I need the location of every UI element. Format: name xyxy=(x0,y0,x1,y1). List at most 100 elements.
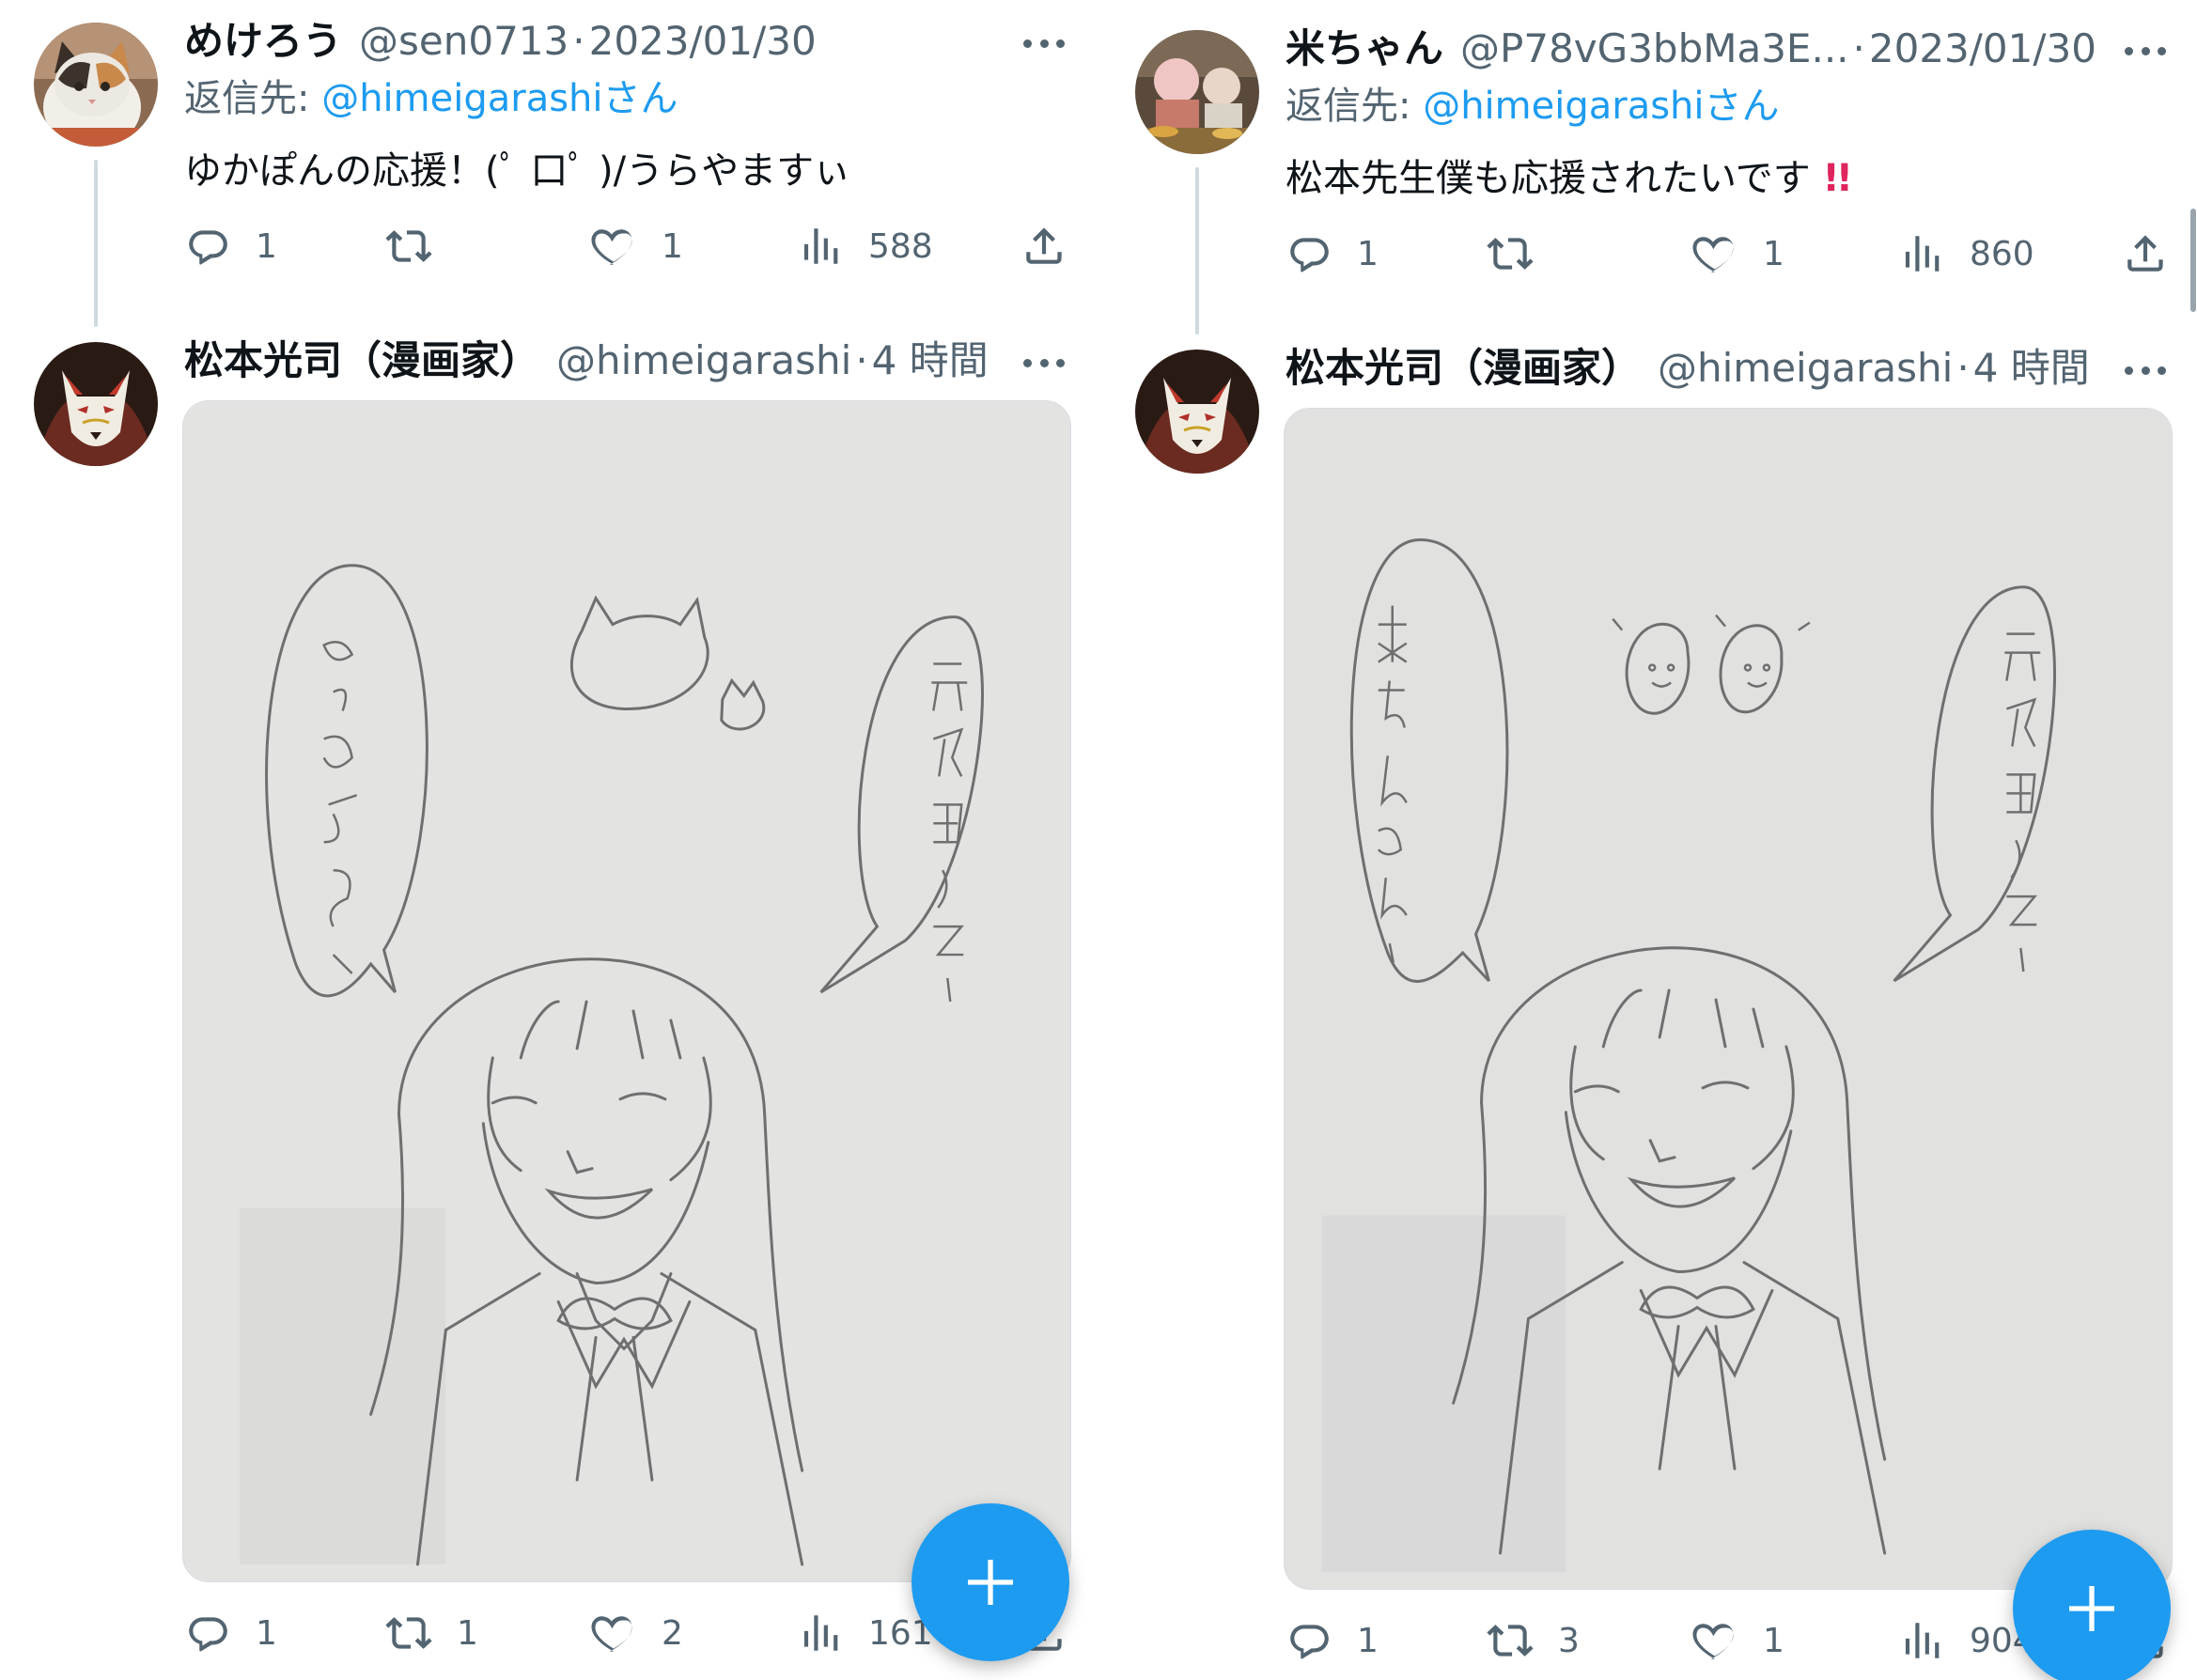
compose-plus-icon xyxy=(2062,1579,2122,1639)
right-thread-panel: 米ちゃん @P78vG3bbMa3E... · 2023/01/30 返信先: … xyxy=(1101,0,2197,1680)
reply-count: 1 xyxy=(1357,1621,1379,1660)
more-icon[interactable] xyxy=(2125,45,2166,56)
share-button[interactable] xyxy=(1021,220,1067,272)
reply-count: 1 xyxy=(256,226,277,266)
compose-button[interactable] xyxy=(912,1503,1069,1661)
author-handle[interactable]: @himeigarashi xyxy=(1658,344,1953,393)
views-icon xyxy=(797,1610,844,1657)
reply-to-handle[interactable]: @himeigarashi xyxy=(1423,85,1704,128)
reply-to-handle[interactable]: @himeigarashi xyxy=(321,77,602,120)
reply-button[interactable]: 1 xyxy=(184,1607,277,1659)
separator-dot: · xyxy=(855,337,868,383)
action-bar: 1 1 860 xyxy=(1285,227,2197,280)
reply-count: 1 xyxy=(1357,234,1379,273)
thread-line xyxy=(1195,167,1199,334)
sketch-illustration xyxy=(1285,409,2172,1589)
author-name[interactable]: 松本光司（漫画家） xyxy=(184,336,539,385)
tweet-date[interactable]: 2023/01/30 xyxy=(589,17,817,66)
retweet-button[interactable]: 3 xyxy=(1487,1614,1580,1667)
share-icon xyxy=(1021,223,1067,270)
scrollbar-thumb[interactable] xyxy=(2190,209,2196,312)
share-icon xyxy=(2122,230,2169,277)
retweet-button[interactable] xyxy=(385,220,432,272)
views-button[interactable]: 860 xyxy=(1898,227,2034,280)
tweet-header: 松本光司（漫画家） @himeigarashi · 4 時間 xyxy=(1285,344,2090,393)
avatar-fox-mask[interactable] xyxy=(34,342,158,466)
left-thread-panel: めけろう @sen0713 · 2023/01/30 返信先: @himeiga… xyxy=(0,0,1096,1680)
compose-plus-icon xyxy=(960,1552,1021,1612)
tweet-time[interactable]: 4 時間 xyxy=(872,336,989,385)
separator-dot: · xyxy=(1852,25,1865,71)
thread-line xyxy=(94,160,98,327)
reply-header: 米ちゃん @P78vG3bbMa3E... · 2023/01/30 xyxy=(1285,24,2096,73)
like-icon xyxy=(1691,230,1738,277)
author-name[interactable]: 松本光司（漫画家） xyxy=(1285,344,1641,393)
more-icon[interactable] xyxy=(1023,38,1065,49)
views-count: 588 xyxy=(868,226,933,266)
reply-to-line: 返信先: @himeigarashiさん xyxy=(1285,83,1780,130)
retweet-icon xyxy=(1487,1617,1534,1664)
reply-header: めけろう @sen0713 · 2023/01/30 xyxy=(184,17,817,66)
reply-count: 1 xyxy=(256,1613,277,1653)
like-count: 1 xyxy=(662,226,683,266)
views-icon xyxy=(797,223,844,270)
separator-dot: · xyxy=(1956,345,1970,391)
retweet-icon xyxy=(385,223,432,270)
like-button[interactable]: 1 xyxy=(1691,227,1784,280)
views-icon xyxy=(1898,230,1945,277)
tweet-image[interactable] xyxy=(1284,408,2173,1590)
sketch-illustration xyxy=(183,401,1070,1581)
like-count: 2 xyxy=(662,1613,683,1653)
retweet-count: 3 xyxy=(1558,1621,1580,1660)
author-handle[interactable]: @P78vG3bbMa3E... xyxy=(1460,24,1849,73)
like-icon xyxy=(1691,1617,1738,1664)
like-count: 1 xyxy=(1763,1621,1784,1660)
avatar-cat[interactable] xyxy=(34,23,158,147)
compose-button[interactable] xyxy=(2013,1530,2171,1680)
reply-icon xyxy=(1285,230,1332,277)
like-button[interactable]: 1 xyxy=(590,220,683,272)
tweet-time[interactable]: 4 時間 xyxy=(1973,344,2090,393)
like-button[interactable]: 2 xyxy=(590,1607,683,1659)
double-exclamation-emoji: !! xyxy=(1822,157,1854,200)
like-icon xyxy=(590,1610,637,1657)
reply-icon xyxy=(1285,1617,1332,1664)
tweet-image[interactable] xyxy=(182,400,1071,1582)
tweet-text-line: 松本先生僕も応援されたいです !! xyxy=(1285,154,1854,203)
share-button[interactable] xyxy=(2122,227,2169,280)
author-name[interactable]: 米ちゃん xyxy=(1285,24,1443,73)
views-button[interactable]: 161 xyxy=(797,1607,933,1659)
like-count: 1 xyxy=(1763,234,1784,273)
reply-to-suffix: さん xyxy=(1704,85,1780,128)
reply-button[interactable]: 1 xyxy=(184,220,277,272)
retweet-button[interactable] xyxy=(1487,227,1534,280)
like-button[interactable]: 1 xyxy=(1691,1614,1784,1667)
views-icon xyxy=(1898,1617,1945,1664)
views-button[interactable]: 588 xyxy=(797,220,933,272)
avatar-group-photo[interactable] xyxy=(1135,30,1259,154)
retweet-icon xyxy=(1487,230,1534,277)
reply-button[interactable]: 1 xyxy=(1285,1614,1379,1667)
views-count: 860 xyxy=(1970,234,2034,273)
like-icon xyxy=(590,223,637,270)
reply-to-prefix: 返信先: xyxy=(184,77,322,120)
tweet-text: 松本先生僕も応援されたいです xyxy=(1285,157,1811,200)
tweet-header: 松本光司（漫画家） @himeigarashi · 4 時間 xyxy=(184,336,989,385)
tweet-text: ゆかぽんの応援！(ﾟ 口ﾟ )/うらやますぃ xyxy=(184,149,851,193)
reply-to-suffix: さん xyxy=(602,77,678,120)
action-bar: 1 1 588 xyxy=(184,220,1096,272)
author-handle[interactable]: @himeigarashi xyxy=(556,336,851,385)
author-handle[interactable]: @sen0713 xyxy=(359,17,569,66)
reply-button[interactable]: 1 xyxy=(1285,227,1379,280)
reply-to-line: 返信先: @himeigarashiさん xyxy=(184,75,678,122)
more-icon[interactable] xyxy=(1023,357,1065,368)
reply-to-prefix: 返信先: xyxy=(1285,85,1424,128)
author-name[interactable]: めけろう xyxy=(184,17,342,66)
avatar-fox-mask[interactable] xyxy=(1135,350,1259,474)
retweet-icon xyxy=(385,1610,432,1657)
more-icon[interactable] xyxy=(2125,365,2166,376)
tweet-date[interactable]: 2023/01/30 xyxy=(1869,24,2096,73)
reply-icon xyxy=(184,1610,231,1657)
retweet-button[interactable]: 1 xyxy=(385,1607,478,1659)
reply-icon xyxy=(184,223,231,270)
